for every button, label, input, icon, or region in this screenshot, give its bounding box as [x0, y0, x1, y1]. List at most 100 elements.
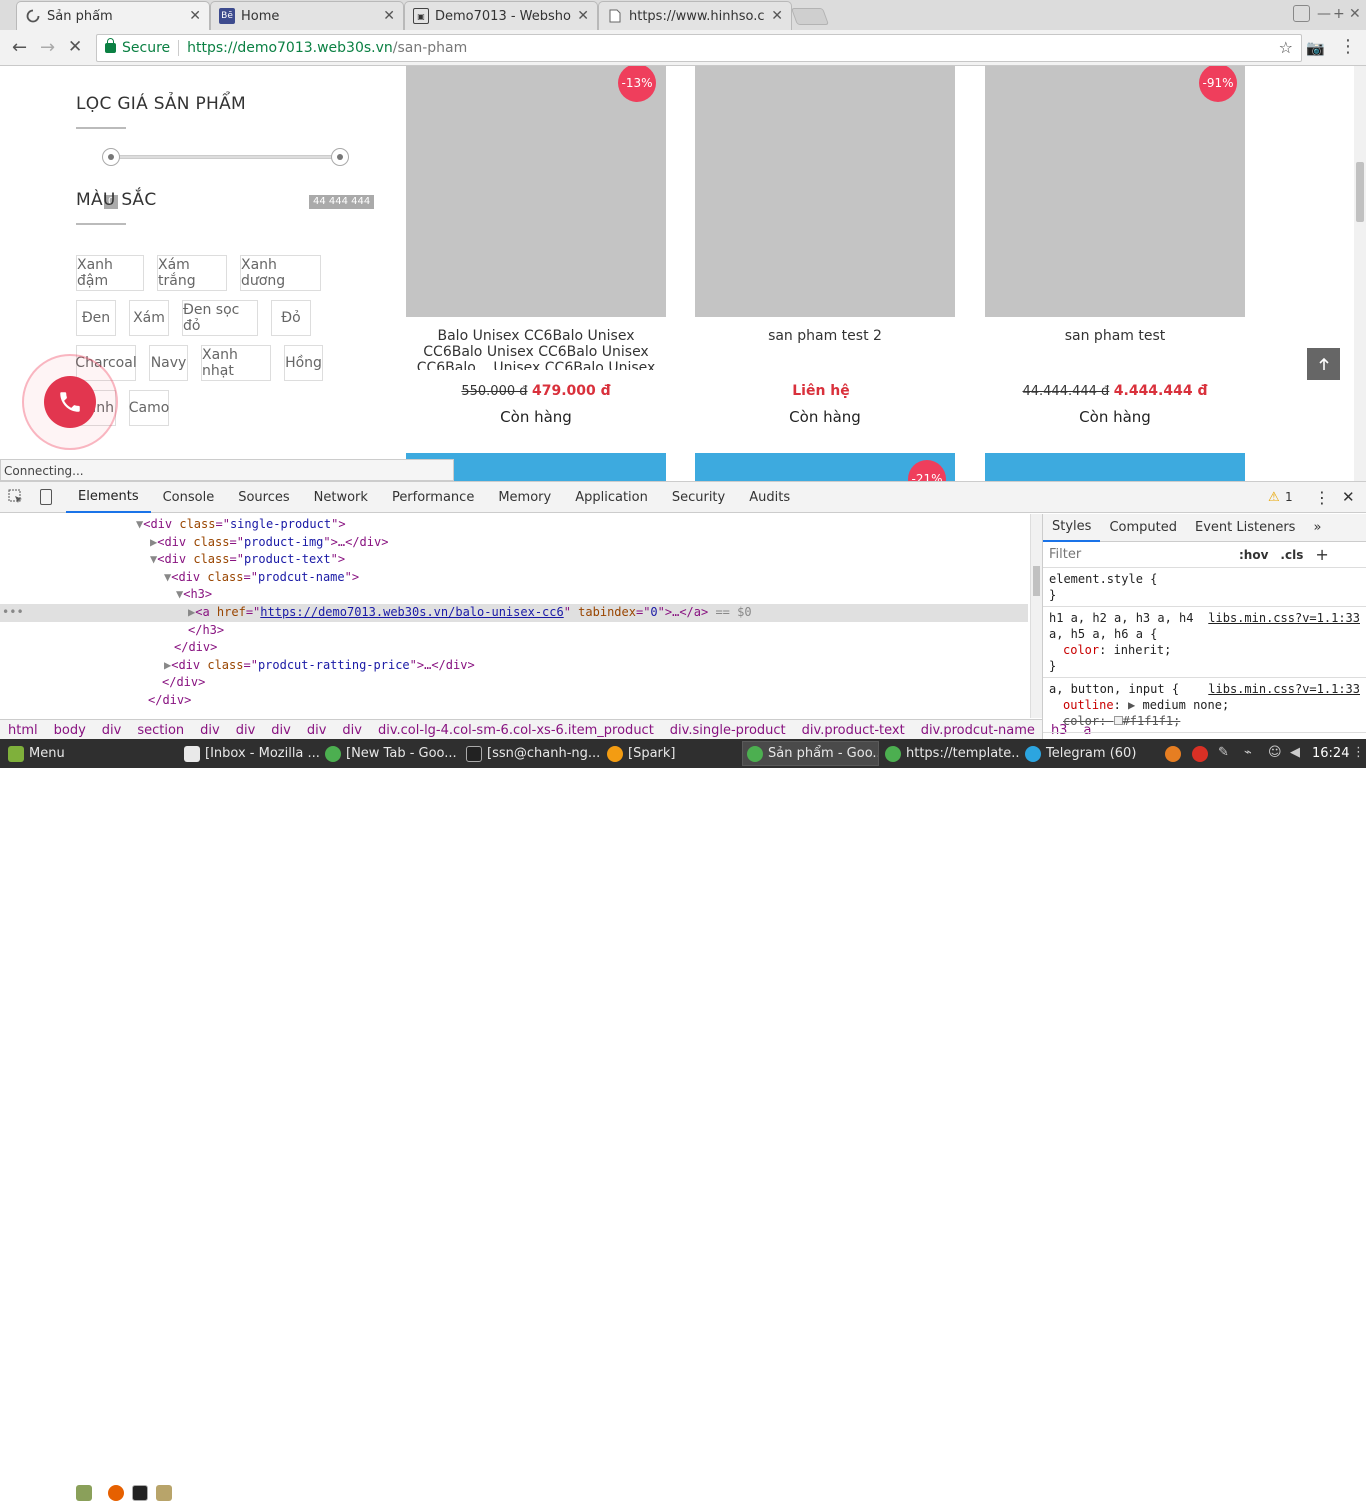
product-name[interactable]: san pham test [985, 328, 1245, 346]
tray-network-icon[interactable]: ⌁ [1244, 745, 1252, 760]
price-max-handle[interactable] [331, 148, 349, 166]
product-image[interactable] [985, 453, 1245, 481]
close-window-icon[interactable]: ✕ [1349, 6, 1361, 22]
devtools-tab-memory[interactable]: Memory [486, 482, 563, 513]
devtools-tab-performance[interactable]: Performance [380, 482, 486, 513]
close-devtools-icon[interactable]: ✕ [1342, 488, 1355, 506]
breadcrumb-item[interactable]: div.col-lg-4.col-sm-6.col-xs-6.item_prod… [370, 723, 662, 738]
product-image[interactable] [985, 66, 1245, 317]
color-chip[interactable]: Xám [129, 300, 169, 336]
close-tab-icon[interactable]: ✕ [189, 8, 201, 24]
price-min-handle[interactable] [102, 148, 120, 166]
dom-node[interactable]: </h3> [0, 622, 1028, 640]
tray-volume-icon[interactable]: ◀ [1290, 745, 1300, 760]
page-scrollbar[interactable] [1354, 66, 1366, 481]
address-bar[interactable]: Secure https://demo7013.web30s.vn /san-p… [96, 34, 1302, 62]
rule-declaration[interactable]: color: inherit; [1049, 642, 1360, 658]
color-chip[interactable]: Đen sọc đỏ [182, 300, 258, 336]
dom-node[interactable]: ▶<div class="prodcut-ratting-price">…</d… [0, 657, 1028, 675]
product-image[interactable] [406, 66, 666, 317]
add-rule-icon[interactable]: + [1315, 545, 1328, 564]
product-image[interactable] [695, 66, 955, 317]
start-menu-button[interactable]: Menu [4, 741, 69, 766]
color-chip[interactable]: Đen [76, 300, 116, 336]
tab-home[interactable]: Bē Home ✕ [210, 1, 404, 30]
styles-tab[interactable]: Styles [1043, 514, 1101, 542]
stop-loading-icon[interactable]: ✕ [68, 37, 82, 57]
more-tabs-icon[interactable]: » [1304, 514, 1330, 542]
device-toolbar-icon[interactable] [40, 489, 52, 505]
menu-dots-icon[interactable]: ⋮ [1339, 36, 1357, 57]
taskbar-item-active[interactable]: Sản phẩm - Goo... [742, 741, 879, 766]
tab-hinhso[interactable]: https://www.hinhso.com ✕ [598, 1, 792, 30]
tab-san-pham[interactable]: Sản phẩm ✕ [16, 1, 210, 30]
breadcrumb-item[interactable]: div [334, 723, 370, 738]
rule-declaration[interactable]: outline: ▶ medium none; [1049, 697, 1360, 713]
dom-node[interactable]: ▼<div class="product-text"> [0, 551, 1028, 569]
maximize-icon[interactable]: + [1333, 6, 1345, 22]
scrollbar-thumb[interactable] [1033, 566, 1040, 596]
firefox-icon[interactable] [108, 1485, 124, 1501]
breadcrumb-item[interactable]: div.product-text [794, 723, 913, 738]
breadcrumb-item[interactable]: div [192, 723, 228, 738]
color-chip[interactable]: Camo [129, 390, 169, 426]
rule-declaration-overridden[interactable]: color: #f1f1f1; [1049, 713, 1360, 729]
color-chip[interactable]: Đỏ [271, 300, 311, 336]
inspect-element-icon[interactable] [8, 489, 24, 505]
clock[interactable]: 16:24 [1312, 746, 1349, 761]
taskbar-item[interactable]: [New Tab - Goo... [321, 741, 461, 766]
scroll-to-top-button[interactable] [1307, 348, 1340, 380]
product-name[interactable]: san pham test 2 [695, 328, 955, 346]
dom-href-link[interactable]: https://demo7013.web30s.vn/balo-unisex-c… [260, 605, 563, 619]
breadcrumb-item[interactable]: div [228, 723, 264, 738]
price-slider-track[interactable] [104, 155, 348, 159]
profile-icon[interactable] [1293, 5, 1310, 22]
back-arrow-icon[interactable]: ← [12, 37, 27, 58]
call-button[interactable] [44, 376, 96, 428]
color-chip[interactable]: Xanh đậm [76, 255, 144, 291]
devtools-tab-console[interactable]: Console [151, 482, 227, 513]
devtools-tab-network[interactable]: Network [302, 482, 380, 513]
event-listeners-tab[interactable]: Event Listeners [1186, 514, 1304, 542]
color-chip[interactable]: Xám trắng [157, 255, 227, 291]
close-tab-icon[interactable]: ✕ [383, 8, 395, 24]
camera-icon[interactable]: 📷 [1306, 39, 1325, 57]
dom-node[interactable]: ▼<div class="single-product"> [0, 516, 1028, 534]
files-icon[interactable] [156, 1485, 172, 1501]
close-tab-icon[interactable]: ✕ [771, 8, 783, 24]
dom-node[interactable]: ▼<div class="prodcut-name"> [0, 569, 1028, 587]
dom-node[interactable]: </div> [0, 674, 1028, 692]
class-toggle[interactable]: .cls [1280, 548, 1303, 562]
dom-node-selected[interactable]: ••• ▶<a href="https://demo7013.web30s.vn/… [0, 604, 1028, 622]
devtools-tab-audits[interactable]: Audits [737, 482, 802, 513]
color-chip[interactable]: Navy [149, 345, 188, 381]
minimize-icon[interactable]: — [1317, 6, 1331, 22]
taskbar-item[interactable]: [Spark] [603, 741, 741, 766]
color-chip[interactable]: Hồng [284, 345, 323, 381]
breadcrumb-item[interactable]: html [0, 723, 46, 738]
scrollbar-thumb[interactable] [1356, 162, 1364, 222]
color-chip[interactable]: Xanh nhạt [201, 345, 271, 381]
devtools-tab-application[interactable]: Application [563, 482, 660, 513]
breadcrumb-item[interactable]: div.single-product [662, 723, 794, 738]
devtools-tab-elements[interactable]: Elements [66, 482, 151, 513]
breadcrumb-item[interactable]: section [129, 723, 192, 738]
rule-source-link[interactable]: libs.min.css?v=1.1:33 [1208, 610, 1360, 626]
tab-demo7013[interactable]: ▣ Demo7013 - Webshop_ ✕ [404, 1, 598, 30]
dom-scrollbar[interactable] [1030, 514, 1042, 718]
dom-node[interactable]: </div> [0, 692, 1028, 710]
breadcrumb-item[interactable]: div [94, 723, 130, 738]
breadcrumb-item[interactable]: div [263, 723, 299, 738]
tray-dots-icon[interactable]: ⋮ [1352, 745, 1365, 760]
product-name[interactable]: Balo Unisex CC6Balo Unisex CC6Balo Unise… [406, 328, 666, 370]
taskbar-item[interactable]: [ssn@chanh-ng... [462, 741, 602, 766]
taskbar-item[interactable]: Telegram (60) [1021, 741, 1151, 766]
dom-node[interactable]: </div> [0, 639, 1028, 657]
breadcrumb-item[interactable]: body [46, 723, 94, 738]
close-tab-icon[interactable]: ✕ [577, 8, 589, 24]
color-chip[interactable]: Xanh dương [240, 255, 321, 291]
dom-node[interactable]: ▼<h3> [0, 586, 1028, 604]
styles-filter-input[interactable] [1049, 547, 1235, 562]
devtools-tab-security[interactable]: Security [660, 482, 737, 513]
warning-icon[interactable]: ⚠ [1268, 490, 1280, 505]
